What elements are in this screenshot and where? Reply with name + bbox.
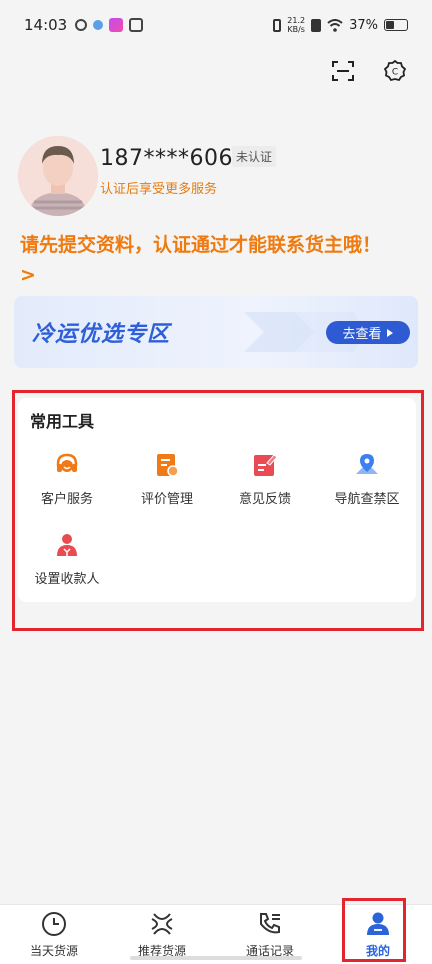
- tools-highlight-box: [12, 390, 424, 631]
- notice-text: 请先提交资料，认证通过才能联系货主哦！: [20, 234, 382, 256]
- notice-arrow: >: [20, 264, 36, 286]
- speed-value: 21.2: [287, 16, 306, 25]
- top-actions: C: [330, 58, 408, 84]
- phone-number: 187****6067: [100, 146, 248, 171]
- settings-icon[interactable]: C: [382, 58, 408, 84]
- verification-notice[interactable]: 请先提交资料，认证通过才能联系货主哦！ >: [20, 230, 420, 290]
- app-notification-icon: [75, 19, 88, 31]
- status-right: 21.2 KB/s 37%: [273, 16, 408, 34]
- banner-title: 冷运优选专区: [32, 322, 171, 347]
- tab-today-cargo[interactable]: 当天货源: [0, 905, 108, 964]
- weather-icon: [93, 20, 104, 30]
- message-icon: [129, 18, 144, 32]
- wifi-icon: [327, 18, 343, 32]
- phone-log-icon: [256, 910, 284, 938]
- home-indicator[interactable]: [130, 956, 302, 960]
- clock-icon: [40, 910, 68, 938]
- vibrate-icon: [273, 18, 282, 32]
- network-speed: 21.2 KB/s: [287, 16, 305, 34]
- app-store-icon: [109, 18, 124, 32]
- battery-percent: 37%: [349, 17, 378, 33]
- recommend-icon: [148, 910, 176, 938]
- sim-icon: [311, 18, 322, 32]
- banner-button-label: 去查看: [342, 327, 382, 342]
- tab-label: 当天货源: [29, 944, 78, 958]
- status-time: 14:03: [24, 16, 68, 34]
- play-arrow-icon: [386, 328, 393, 337]
- verification-hint[interactable]: 认证后享受更多服务: [100, 178, 217, 197]
- banner-view-button[interactable]: 去查看: [326, 321, 410, 344]
- status-app-icons: [75, 18, 144, 32]
- profile-header[interactable]: 187****6067 未认证 认证后享受更多服务: [18, 136, 418, 216]
- avatar[interactable]: [18, 136, 98, 216]
- scan-icon[interactable]: [330, 58, 356, 84]
- verification-badge: 未认证: [232, 146, 277, 167]
- tab-highlight-box: [342, 898, 406, 962]
- status-bar: 14:03 21.2 KB/s 37%: [0, 0, 432, 50]
- battery-icon: [384, 19, 408, 31]
- svg-text:C: C: [392, 68, 398, 78]
- promo-banner[interactable]: 冷运优选专区 去查看: [14, 296, 418, 368]
- speed-unit: KB/s: [287, 25, 305, 34]
